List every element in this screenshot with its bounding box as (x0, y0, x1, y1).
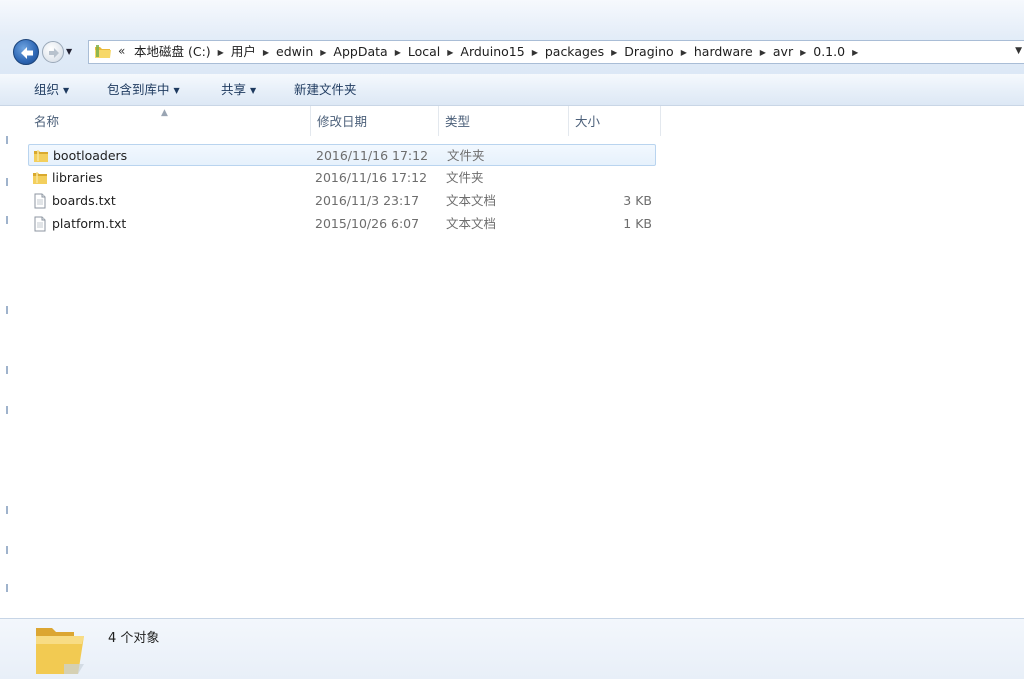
breadcrumb-item[interactable]: 本地磁盘 (C:) (132, 41, 213, 63)
title-strip (0, 0, 1024, 36)
file-size: 3 KB (623, 193, 652, 208)
item-count: 4 个对象 (108, 631, 160, 646)
file-type: 文本文档 (446, 216, 497, 231)
breadcrumb-arrow-icon[interactable]: ▶ (847, 42, 863, 64)
column-header-date-label: 修改日期 (317, 114, 368, 129)
file-name: bootloaders (53, 148, 128, 163)
share-menu[interactable]: 共享 ▼ (221, 74, 256, 106)
sort-ascending-icon: ▲ (161, 108, 168, 118)
recent-pages-dropdown[interactable]: ▼ (66, 47, 75, 56)
new-folder-button[interactable]: 新建文件夹 (294, 74, 357, 106)
breadcrumb-item[interactable]: AppData (331, 41, 389, 63)
new-folder-label: 新建文件夹 (294, 82, 357, 97)
details-pane: 4 个对象 (0, 618, 1024, 679)
breadcrumb-item[interactable]: 用户 (229, 41, 258, 63)
column-header-date-modified[interactable]: 修改日期 (311, 106, 439, 136)
breadcrumb-item[interactable]: avr (771, 41, 795, 63)
file-name: boards.txt (52, 193, 116, 208)
include-in-library-label: 包含到库中 (107, 82, 170, 97)
forward-button[interactable] (42, 41, 64, 63)
text-file-icon (34, 216, 46, 232)
column-header-name-label: 名称 (34, 114, 60, 129)
breadcrumb-item[interactable]: 0.1.0 (811, 41, 847, 63)
file-name: platform.txt (52, 216, 127, 231)
folder-icon (33, 172, 47, 184)
file-type: 文本文档 (446, 193, 497, 208)
breadcrumb: 本地磁盘 (C:) ▶ 用户 ▶ edwin ▶ AppData ▶ Local ▶ Arduino… (132, 41, 863, 63)
file-size (568, 167, 652, 189)
back-arrow-icon (21, 47, 33, 59)
file-size (569, 145, 653, 167)
file-row-boards-txt[interactable]: boards.txt 2016/11/3 23:17 文本文档 3 KB (28, 190, 656, 212)
breadcrumb-arrow-icon[interactable]: ▶ (258, 42, 274, 64)
organize-label: 组织 (34, 82, 60, 97)
command-bar: 组织 ▼ 包含到库中 ▼ 共享 ▼ 新建文件夹 (0, 74, 1024, 106)
folder-icon (34, 150, 48, 162)
folder-icon (36, 628, 84, 674)
breadcrumb-arrow-icon[interactable]: ▶ (527, 42, 543, 64)
column-headers: 名称 ▲ 修改日期 类型 大小 (0, 106, 1024, 136)
breadcrumb-arrow-icon[interactable]: ▶ (315, 42, 331, 64)
file-name: libraries (52, 170, 103, 185)
breadcrumb-item[interactable]: edwin (274, 41, 315, 63)
file-size: 1 KB (623, 216, 652, 231)
chevron-down-icon: ▼ (173, 86, 180, 95)
breadcrumb-item[interactable]: hardware (692, 41, 755, 63)
file-date: 2015/10/26 6:07 (315, 216, 420, 231)
file-type: 文件夹 (447, 148, 485, 163)
include-in-library-menu[interactable]: 包含到库中 ▼ (107, 74, 180, 106)
back-button[interactable] (13, 39, 39, 65)
chevron-down-icon: ▼ (63, 86, 70, 95)
file-date: 2016/11/3 23:17 (315, 193, 420, 208)
breadcrumb-arrow-icon[interactable]: ▶ (606, 42, 622, 64)
navigation-pane-edge (6, 136, 8, 592)
column-header-name[interactable]: 名称 (28, 106, 311, 136)
forward-arrow-icon (49, 48, 59, 58)
folder-icon (95, 45, 111, 58)
organize-menu[interactable]: 组织 ▼ (34, 74, 69, 106)
column-header-size[interactable]: 大小 (569, 106, 661, 136)
file-row-bootloaders[interactable]: bootloaders 2016/11/16 17:12 文件夹 (28, 144, 656, 166)
file-row-platform-txt[interactable]: platform.txt 2015/10/26 6:07 文本文档 1 KB (28, 213, 656, 235)
column-header-size-label: 大小 (575, 114, 601, 129)
breadcrumb-item[interactable]: Arduino15 (458, 41, 526, 63)
text-file-icon (34, 193, 46, 209)
breadcrumb-arrow-icon[interactable]: ▶ (795, 42, 811, 64)
file-type: 文件夹 (446, 170, 484, 185)
breadcrumb-item[interactable]: Dragino (622, 41, 675, 63)
breadcrumb-arrow-icon[interactable]: ▶ (676, 42, 692, 64)
file-date: 2016/11/16 17:12 (315, 170, 428, 185)
address-dropdown-icon[interactable]: ▼ (1015, 46, 1022, 56)
share-label: 共享 (221, 82, 247, 97)
breadcrumb-arrow-icon[interactable]: ▶ (390, 42, 406, 64)
chevron-down-icon: ▼ (250, 86, 257, 95)
breadcrumb-item[interactable]: Local (406, 41, 442, 63)
breadcrumb-arrow-icon[interactable]: ▶ (213, 42, 229, 64)
file-date: 2016/11/16 17:12 (316, 148, 429, 163)
file-row-libraries[interactable]: libraries 2016/11/16 17:12 文件夹 (28, 167, 656, 189)
breadcrumb-item[interactable]: packages (543, 41, 606, 63)
breadcrumb-overflow-button[interactable]: « (118, 44, 125, 58)
window-titlebar: ▼ « 本地磁盘 (C:) ▶ 用户 ▶ edwin ▶ AppData ▶ Local ▶ Ard… (0, 0, 1024, 74)
column-header-type-label: 类型 (445, 114, 471, 129)
breadcrumb-arrow-icon[interactable]: ▶ (442, 42, 458, 64)
breadcrumb-arrow-icon[interactable]: ▶ (755, 42, 771, 64)
column-header-type[interactable]: 类型 (439, 106, 569, 136)
address-bar[interactable]: « 本地磁盘 (C:) ▶ 用户 ▶ edwin ▶ AppData ▶ Local ▶ Ardui… (88, 40, 1024, 64)
